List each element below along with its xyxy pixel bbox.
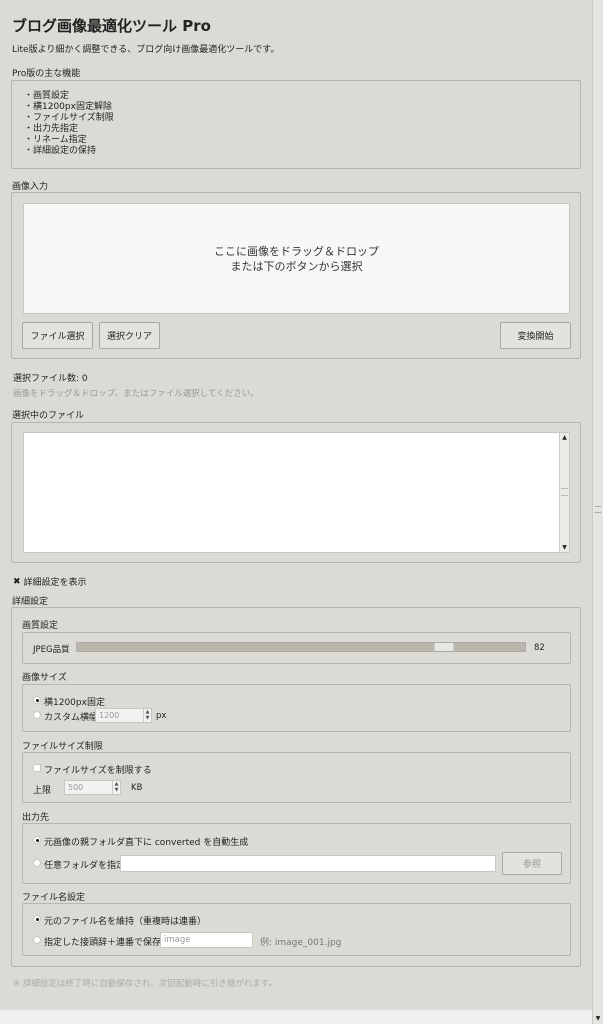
output-label: 出力先	[22, 813, 50, 823]
filesize-label: ファイルサイズ制限	[22, 742, 103, 752]
quality-label: 画質設定	[22, 621, 59, 631]
file-select-button[interactable]: ファイル選択	[22, 322, 93, 349]
feature-item: ・横1200px固定解除	[24, 102, 112, 112]
feature-item: ・詳細設定の保持	[24, 146, 97, 156]
bottom-strip	[0, 1010, 592, 1024]
limit-value: 500	[68, 783, 84, 792]
page-title: ブログ画像最適化ツール Pro	[12, 17, 211, 35]
limit-filesize-label: ファイルサイズを制限する	[44, 766, 152, 776]
limit-filesize-checkbox[interactable]	[33, 764, 41, 772]
px-unit: px	[156, 711, 167, 721]
limit-label: 上限	[33, 786, 52, 796]
feature-item: ・ファイルサイズ制限	[24, 113, 114, 123]
prefix-filename-label: 指定した接頭辞＋連番で保存	[44, 938, 162, 948]
page-scrollbar[interactable]: ▼	[592, 0, 603, 1024]
radio-keep-filename[interactable]	[33, 915, 41, 923]
subtitle: Lite版より細かく調整できる、ブログ向け画像最適化ツールです。	[12, 45, 280, 55]
browse-button[interactable]: 参照	[502, 852, 562, 875]
checkbox-checked-icon[interactable]: ✖	[13, 577, 21, 587]
stepper-arrows-icon[interactable]: ▲ ▼	[143, 709, 151, 722]
clear-selection-button[interactable]: 選択クリア	[99, 322, 160, 349]
drop-text-1: ここに画像をドラッグ＆ドロップ	[214, 244, 379, 258]
scroll-thumb[interactable]	[561, 488, 568, 496]
list-scrollbar[interactable]: ▲ ▼	[559, 433, 569, 552]
custom-width-stepper[interactable]: 1200 ▲ ▼	[95, 708, 152, 723]
prefix-input[interactable]: image	[160, 932, 253, 948]
feature-item: ・リネーム指定	[24, 135, 87, 145]
radio-custom-width[interactable]	[33, 711, 41, 719]
fixed-width-label: 横1200px固定	[44, 698, 105, 708]
auto-output-label: 元画像の親フォルダ直下に converted を自動生成	[44, 838, 249, 848]
output-path-input[interactable]	[120, 855, 496, 872]
advanced-label: 詳細設定	[12, 597, 49, 607]
settings-note: ※ 詳細設定は終了時に自動保存され、次回起動時に引き継がれます。	[13, 979, 278, 989]
kb-unit: KB	[131, 783, 143, 793]
advanced-toggle[interactable]: ✖ 詳細設定を表示	[13, 575, 87, 589]
jpeg-quality-slider[interactable]	[76, 642, 526, 652]
stepper-arrows-icon[interactable]: ▲ ▼	[112, 781, 120, 794]
advanced-toggle-label: 詳細設定を表示	[23, 578, 87, 588]
jpeg-quality-label: JPEG品質	[33, 645, 70, 655]
custom-width-label: カスタム横幅	[44, 713, 99, 723]
page-scroll-down-icon[interactable]: ▼	[593, 1014, 603, 1024]
drop-area[interactable]: ここに画像をドラッグ＆ドロップ または下のボタンから選択	[23, 203, 570, 314]
filename-box	[22, 903, 571, 956]
filename-label: ファイル名設定	[22, 893, 86, 903]
status-hint: 画像をドラッグ＆ドロップ、またはファイル選択してください。	[13, 389, 259, 399]
output-box	[22, 823, 571, 884]
image-size-label: 画像サイズ	[22, 673, 67, 683]
radio-custom-output[interactable]	[33, 859, 41, 867]
selected-files-list[interactable]	[23, 432, 570, 553]
convert-button[interactable]: 変換開始	[500, 322, 571, 349]
feature-item: ・画質設定	[24, 91, 70, 101]
keep-filename-label: 元のファイル名を維持（重複時は連番）	[44, 917, 207, 927]
scroll-down-icon[interactable]: ▼	[560, 543, 569, 552]
custom-width-value: 1200	[99, 711, 120, 720]
drop-text-2: または下のボタンから選択	[230, 259, 363, 273]
custom-output-label: 任意フォルダを指定	[44, 861, 126, 871]
features-label: Pro版の主な機能	[12, 69, 81, 79]
page-scroll-thumb[interactable]	[595, 506, 601, 513]
image-input-label: 画像入力	[12, 182, 49, 192]
limit-stepper[interactable]: 500 ▲ ▼	[64, 780, 121, 795]
scroll-up-icon[interactable]: ▲	[560, 433, 569, 442]
radio-auto-output[interactable]	[33, 836, 41, 844]
selected-files-label: 選択中のファイル	[12, 411, 85, 421]
jpeg-quality-value: 82	[534, 643, 545, 653]
filesize-box	[22, 752, 571, 803]
features-list: ・画質設定 ・横1200px固定解除 ・ファイルサイズ制限 ・出力先指定 ・リネ…	[24, 91, 114, 157]
slider-handle[interactable]	[434, 643, 455, 651]
feature-item: ・出力先指定	[24, 124, 79, 134]
filename-example: 例: image_001.jpg	[260, 938, 342, 948]
radio-prefix-filename[interactable]	[33, 936, 41, 944]
file-count: 選択ファイル数: 0	[13, 374, 88, 384]
radio-fixed-width[interactable]	[33, 696, 41, 704]
